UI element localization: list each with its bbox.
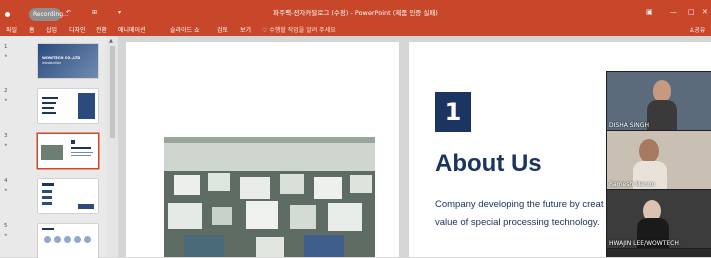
transition-star-icon: ★ xyxy=(4,232,8,237)
thumbnail-number: 4 xyxy=(4,178,8,184)
tab-file[interactable]: 파일 xyxy=(6,25,17,34)
participant-body xyxy=(647,100,677,130)
participant-face xyxy=(653,80,671,102)
thumbnail-title: WOWTECH CO.,LTD xyxy=(42,56,81,60)
thumbnail-line xyxy=(42,107,54,109)
ribbon-tabs: 파일 홈 삽입 디자인 전환 애니메이션 슬라이드 쇼 검토 보기 ♡ 수행할 … xyxy=(0,21,711,36)
tell-me-search[interactable]: ♡ 수행할 작업을 알려 주세요 xyxy=(262,25,336,34)
thumbnail-circle xyxy=(74,236,81,243)
thumbnail-circle xyxy=(84,236,91,243)
participant-tile-2[interactable]: Ramesh Menon xyxy=(607,131,711,189)
thumbnail-logo xyxy=(78,204,94,209)
thumbnail-scrollbar[interactable]: ▲ xyxy=(107,36,118,257)
thumbnail-badge xyxy=(71,140,75,144)
factory-photo[interactable] xyxy=(164,137,375,257)
slide-body-line-2: value of special processing technology. xyxy=(435,217,600,228)
tab-view[interactable]: 보기 xyxy=(240,25,251,34)
participant-name: Ramesh Menon xyxy=(609,181,656,188)
thumbnail-line xyxy=(71,147,91,149)
thumbnail-item xyxy=(42,190,52,193)
participant-face xyxy=(639,139,659,163)
slide-thumbnail-1[interactable]: WOWTECH CO.,LTD Introduction xyxy=(38,44,98,78)
thumbnail-image xyxy=(78,93,95,119)
thumbnail-number: 1 xyxy=(4,44,8,50)
ribbon-display-icon[interactable]: ▣ xyxy=(646,8,653,16)
factory-photo-art xyxy=(164,137,375,257)
thumbnail-line xyxy=(42,112,56,114)
share-button[interactable]: ♙공유 xyxy=(689,25,705,34)
participant-tile-1[interactable]: DISHA SINGH xyxy=(607,72,711,130)
participant-tile-3[interactable]: HWAJIN LEE/WOWTECH xyxy=(607,190,711,248)
thumbnail-line xyxy=(42,102,56,104)
slide-heading: About Us xyxy=(435,150,542,177)
transition-star-icon: ★ xyxy=(4,142,8,147)
slide-thumbnail-5[interactable] xyxy=(38,224,98,258)
tab-animations[interactable]: 애니메이션 xyxy=(118,25,146,34)
slide-thumbnail-2[interactable] xyxy=(38,89,98,123)
thumbnail-number: 2 xyxy=(4,88,8,94)
participant-name: DISHA SINGH xyxy=(609,122,649,129)
transition-star-icon: ★ xyxy=(4,97,8,102)
slide-thumbnail-4[interactable] xyxy=(38,179,98,213)
share-label: 공유 xyxy=(694,27,706,34)
slide-body-line-1: Company developing the future by creat xyxy=(435,199,604,210)
participant-tile-4[interactable] xyxy=(607,249,711,257)
scrollbar-thumb[interactable] xyxy=(110,46,115,138)
maximize-button[interactable]: □ xyxy=(688,8,695,16)
thumbnail-number: 5 xyxy=(4,223,8,229)
thumbnail-photo xyxy=(41,145,63,160)
participant-name: HWAJIN LEE/WOWTECH xyxy=(609,240,679,247)
minimize-button[interactable]: — xyxy=(670,8,677,16)
window-title: 파주팩-전자카탈로그 (수정) - PowerPoint (제품 인증 실패) xyxy=(273,9,438,17)
tell-me-label: 수행할 작업을 알려 주세요 xyxy=(269,27,336,34)
tab-transitions[interactable]: 전환 xyxy=(96,25,107,34)
scroll-up-icon[interactable]: ▲ xyxy=(109,38,113,44)
tab-slideshow[interactable]: 슬라이드 쇼 xyxy=(170,25,200,34)
thumbnail-circle xyxy=(54,236,61,243)
tab-insert[interactable]: 삽입 xyxy=(46,25,57,34)
tab-home[interactable]: 홈 xyxy=(29,25,35,34)
thumbnail-line xyxy=(42,97,58,99)
tab-design[interactable]: 디자인 xyxy=(69,25,86,34)
thumbnail-number: 3 xyxy=(4,133,8,139)
thumbnail-line xyxy=(42,183,54,186)
transition-star-icon: ★ xyxy=(4,53,8,58)
thumbnail-subtitle: Introduction xyxy=(42,61,62,65)
thumbnail-item xyxy=(42,196,52,199)
tab-review[interactable]: 검토 xyxy=(217,25,228,34)
thumbnail-circle xyxy=(44,236,51,243)
thumbnail-line xyxy=(71,152,93,153)
thumbnail-item xyxy=(42,202,52,205)
thumbnail-line xyxy=(71,155,91,156)
section-number-badge: 1 xyxy=(435,92,471,132)
close-button[interactable]: ✕ xyxy=(702,8,708,16)
title-bar: Recording... ↶ ⊞ ▾ 파주팩-전자카탈로그 (수정) - Pow… xyxy=(0,0,711,21)
thumbnail-line xyxy=(42,228,54,230)
slide-thumbnail-3[interactable] xyxy=(38,134,98,168)
thumbnail-circle xyxy=(64,236,71,243)
transition-star-icon: ★ xyxy=(4,187,8,192)
